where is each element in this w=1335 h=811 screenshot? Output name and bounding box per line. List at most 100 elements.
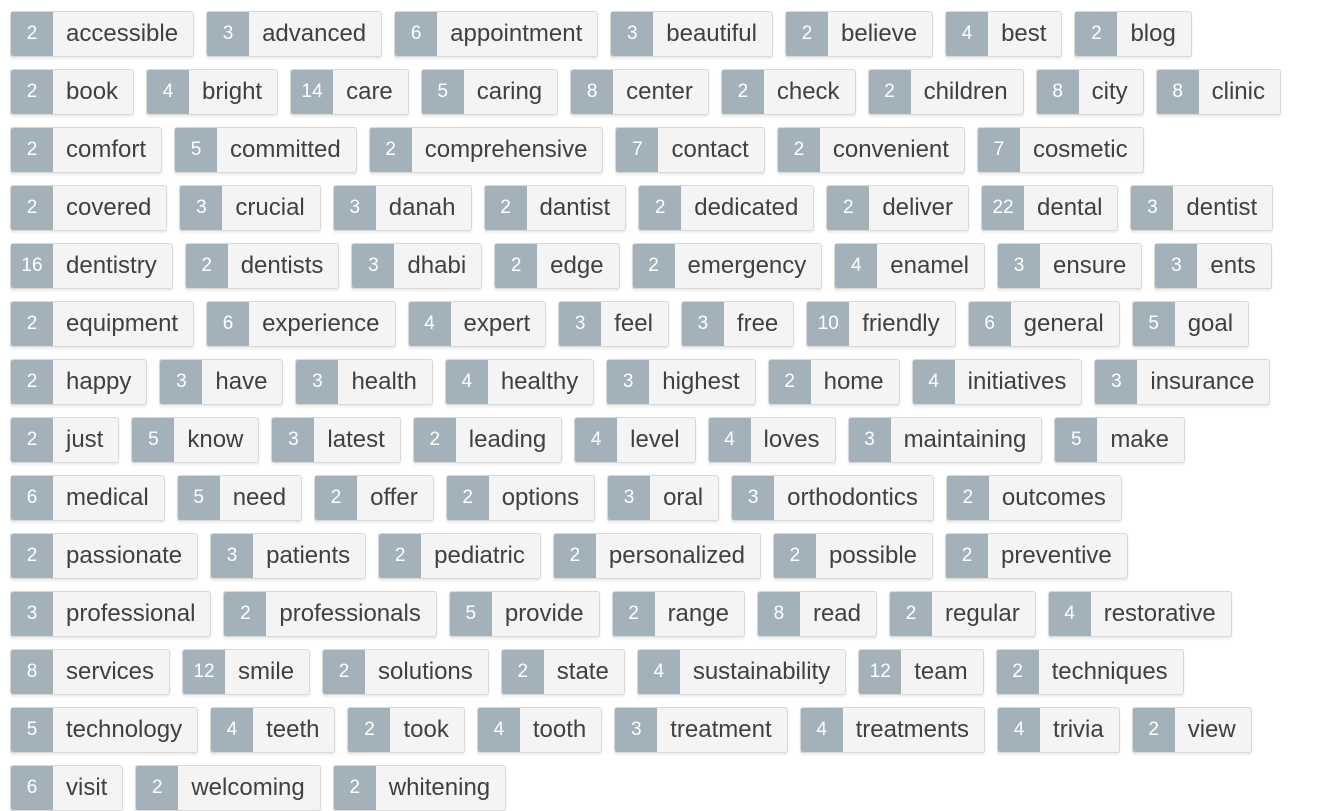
tag-link[interactable]: 5 committed (174, 127, 357, 173)
tag-link[interactable]: 8 city (1035, 69, 1144, 115)
tag-link[interactable]: 2 pediatric (378, 533, 541, 579)
tag-link[interactable]: 2 just (10, 417, 120, 463)
tag-link[interactable]: 2 regular (889, 591, 1036, 637)
tag-link[interactable]: 3 patients (210, 533, 367, 579)
tag-link[interactable]: 4 teeth (210, 707, 336, 753)
tag-link[interactable]: 3 advanced (206, 11, 383, 57)
tag-link[interactable]: 3 oral (607, 475, 720, 521)
tag-link[interactable]: 2 passionate (10, 533, 199, 579)
tag-link[interactable]: 2 options (445, 475, 596, 521)
tag-link[interactable]: 7 cosmetic (976, 127, 1144, 173)
tag-link[interactable]: 3 ensure (997, 243, 1143, 289)
tag-link[interactable]: 8 clinic (1155, 69, 1281, 115)
tag-link[interactable]: 3 professional (10, 591, 212, 637)
tag-link[interactable]: 4 best (945, 11, 1063, 57)
tag-link[interactable]: 3 dentist (1130, 185, 1274, 231)
tag-link[interactable]: 8 services (10, 649, 171, 695)
tag-link[interactable]: 2 home (767, 359, 900, 405)
tag-link[interactable]: 2 dantist (483, 185, 627, 231)
tag-link[interactable]: 2 blog (1074, 11, 1192, 57)
tag-link[interactable]: 2 personalized (552, 533, 761, 579)
tag-link[interactable]: 4 sustainability (636, 649, 847, 695)
tag-link[interactable]: 14 care (290, 69, 409, 115)
tag-link[interactable]: 5 caring (420, 69, 559, 115)
tag-link[interactable]: 2 dentists (184, 243, 340, 289)
tag-link[interactable]: 3 free (680, 301, 795, 347)
tag-link[interactable]: 2 possible (772, 533, 934, 579)
tag-link[interactable]: 2 solutions (322, 649, 489, 695)
tag-link[interactable]: 2 accessible (10, 11, 195, 57)
tag-link[interactable]: 3 danah (332, 185, 472, 231)
tag-link[interactable]: 4 treatments (799, 707, 986, 753)
tag-link[interactable]: 2 deliver (826, 185, 970, 231)
tag-link[interactable]: 12 smile (182, 649, 311, 695)
tag-link[interactable]: 2 emergency (631, 243, 823, 289)
tag-link[interactable]: 7 contact (615, 127, 765, 173)
tag-link[interactable]: 8 read (756, 591, 877, 637)
tag-link[interactable]: 4 tooth (476, 707, 603, 753)
tag-link[interactable]: 3 crucial (179, 185, 321, 231)
tag-link[interactable]: 2 book (10, 69, 135, 115)
tag-link[interactable]: 10 friendly (806, 301, 956, 347)
tag-link[interactable]: 3 health (295, 359, 433, 405)
tag-link[interactable]: 2 equipment (10, 301, 195, 347)
tag-link[interactable]: 2 state (500, 649, 625, 695)
tag-link[interactable]: 3 feel (558, 301, 669, 347)
tag-link[interactable]: 5 make (1054, 417, 1185, 463)
tag-link[interactable]: 2 range (611, 591, 745, 637)
tag-link[interactable]: 3 have (159, 359, 284, 405)
tag-link[interactable]: 3 maintaining (847, 417, 1043, 463)
tag-link[interactable]: 16 dentistry (10, 243, 173, 289)
tag-link[interactable]: 5 goal (1131, 301, 1250, 347)
tag-link[interactable]: 2 convenient (776, 127, 965, 173)
tag-link[interactable]: 6 experience (206, 301, 396, 347)
tag-link[interactable]: 3 insurance (1094, 359, 1271, 405)
tag-link[interactable]: 2 comfort (10, 127, 163, 173)
tag-link[interactable]: 4 level (574, 417, 696, 463)
tag-link[interactable]: 2 covered (10, 185, 168, 231)
tag-link[interactable]: 12 team (858, 649, 984, 695)
tag-link[interactable]: 5 provide (448, 591, 600, 637)
tag-link[interactable]: 2 happy (10, 359, 148, 405)
tag-link[interactable]: 4 enamel (834, 243, 985, 289)
tag-link[interactable]: 4 loves (707, 417, 836, 463)
tag-link[interactable]: 2 welcoming (135, 765, 321, 811)
tag-link[interactable]: 3 treatment (614, 707, 788, 753)
tag-link[interactable]: 2 preventive (945, 533, 1128, 579)
tag-link[interactable]: 3 latest (271, 417, 401, 463)
tag-link[interactable]: 4 trivia (997, 707, 1120, 753)
tag-link[interactable]: 6 visit (10, 765, 124, 811)
tag-link[interactable]: 4 initiatives (911, 359, 1083, 405)
tag-link[interactable]: 5 technology (10, 707, 199, 753)
tag-link[interactable]: 2 comprehensive (368, 127, 604, 173)
tag-link[interactable]: 2 outcomes (945, 475, 1122, 521)
tag-link[interactable]: 5 know (131, 417, 260, 463)
tag-link[interactable]: 8 center (570, 69, 709, 115)
tag-link[interactable]: 6 appointment (394, 11, 599, 57)
tag-link[interactable]: 2 check (720, 69, 856, 115)
tag-link[interactable]: 2 dedicated (638, 185, 815, 231)
tag-link[interactable]: 2 believe (785, 11, 934, 57)
tag-link[interactable]: 4 healthy (444, 359, 595, 405)
tag-link[interactable]: 2 offer (314, 475, 434, 521)
tag-link[interactable]: 2 took (347, 707, 465, 753)
tag-link[interactable]: 2 children (867, 69, 1024, 115)
tag-link[interactable]: 22 dental (981, 185, 1119, 231)
tag-link[interactable]: 2 view (1131, 707, 1252, 753)
tag-link[interactable]: 6 general (967, 301, 1120, 347)
tag-link[interactable]: 4 restorative (1047, 591, 1232, 637)
tag-link[interactable]: 2 edge (494, 243, 620, 289)
tag-link[interactable]: 6 medical (10, 475, 165, 521)
tag-link[interactable]: 3 dhabi (351, 243, 483, 289)
tag-link[interactable]: 3 orthodontics (731, 475, 934, 521)
tag-link[interactable]: 5 need (176, 475, 303, 521)
tag-link[interactable]: 2 professionals (223, 591, 437, 637)
tag-link[interactable]: 2 leading (412, 417, 563, 463)
tag-link[interactable]: 3 beautiful (610, 11, 773, 57)
tag-link[interactable]: 4 expert (407, 301, 547, 347)
tag-link[interactable]: 3 highest (606, 359, 756, 405)
tag-link[interactable]: 4 bright (146, 69, 279, 115)
tag-link[interactable]: 2 whitening (332, 765, 507, 811)
tag-link[interactable]: 3 ents (1154, 243, 1272, 289)
tag-link[interactable]: 2 techniques (995, 649, 1184, 695)
